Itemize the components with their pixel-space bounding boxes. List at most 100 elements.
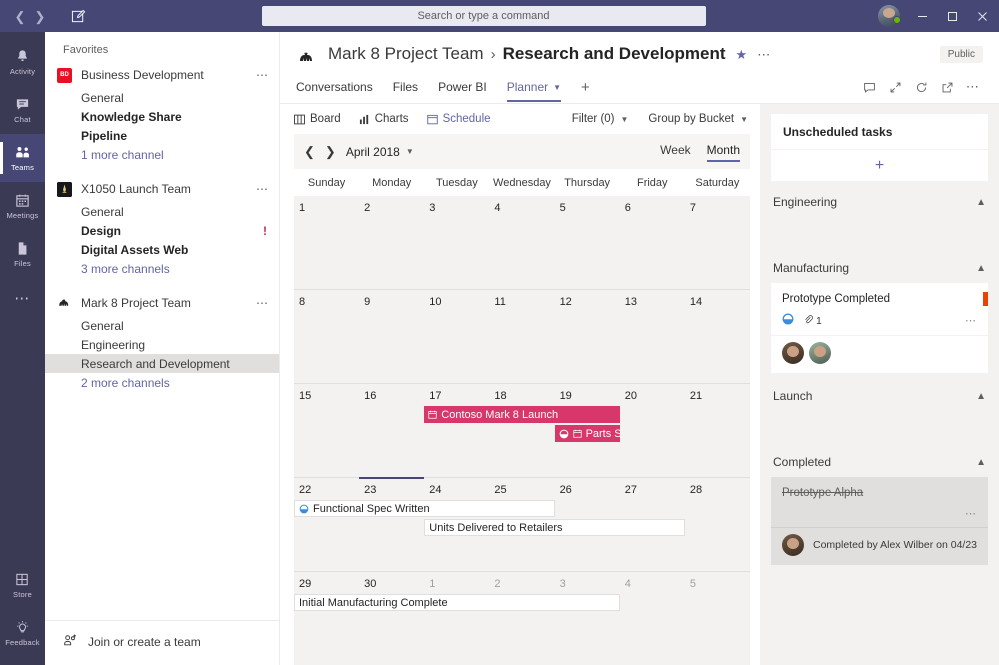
calendar-day-cell[interactable]: 8 [294, 290, 359, 383]
calendar-day-cell[interactable]: 28 [685, 478, 750, 571]
add-task-button[interactable]: + [771, 150, 988, 181]
calendar-day-cell[interactable]: 30 [359, 572, 424, 665]
tab-bar-more-icon[interactable]: ⋯ [963, 78, 983, 96]
calendar-event[interactable]: Contoso Mark 8 Launch [424, 406, 619, 423]
tab-conversations[interactable]: Conversations [296, 80, 373, 101]
bucket-header-engineering[interactable]: Engineering▲ [771, 181, 988, 217]
calendar-day-cell[interactable]: 6 [620, 196, 685, 289]
minimize-button[interactable] [907, 0, 937, 32]
calendar-day-cell[interactable]: 18 [489, 384, 554, 477]
more-channels-link[interactable]: 3 more channels [45, 259, 279, 278]
rail-item-store[interactable]: Store [0, 561, 45, 609]
calendar-day-cell[interactable]: 17 [424, 384, 489, 477]
calendar-day-cell[interactable]: 21 [685, 384, 750, 477]
channel-item-design[interactable]: Design! [45, 221, 279, 240]
compose-icon[interactable] [60, 9, 96, 24]
calendar-day-cell[interactable]: 1 [424, 572, 489, 665]
rail-item-teams[interactable]: Teams [0, 134, 45, 182]
close-button[interactable] [967, 0, 997, 32]
chevron-up-icon[interactable]: ▲ [976, 391, 986, 402]
calendar-event[interactable]: Functional Spec Written [294, 500, 555, 517]
calendar-view-month[interactable]: Month [707, 143, 740, 160]
planner-view-schedule[interactable]: Schedule [427, 113, 491, 125]
add-tab-button[interactable]: + [581, 79, 590, 103]
group-by-dropdown[interactable]: Group by Bucket ▼ [648, 113, 748, 125]
task-card[interactable]: Prototype Completed1⋯ [771, 283, 988, 373]
bucket-panel[interactable]: Unscheduled tasks + Engineering▲Manufact… [760, 104, 999, 665]
calendar-day-cell[interactable]: 3 [424, 196, 489, 289]
calendar-view-week[interactable]: Week [660, 143, 690, 160]
avatar[interactable] [871, 5, 907, 27]
calendar-day-cell[interactable]: 4 [489, 196, 554, 289]
calendar-day-cell[interactable]: 23 [359, 478, 424, 571]
calendar-event[interactable]: Units Delivered to Retailers [424, 519, 685, 536]
chevron-up-icon[interactable]: ▲ [976, 263, 986, 274]
assignee-avatar[interactable] [782, 534, 804, 556]
tab-planner[interactable]: Planner▼ [507, 80, 561, 101]
calendar-day-cell[interactable]: 1 [294, 196, 359, 289]
team-row[interactable]: Mark 8 Project Team⋯ [45, 290, 279, 316]
planner-view-board[interactable]: Board [294, 113, 341, 125]
teams-sidebar-scroll[interactable]: Favorites BDBusiness Development⋯General… [45, 32, 279, 620]
forward-icon[interactable]: ❯ [35, 10, 46, 23]
calendar-event[interactable]: Parts S... [555, 425, 620, 442]
rail-item-feedback[interactable]: Feedback [0, 609, 45, 657]
bucket-header-launch[interactable]: Launch▲ [771, 375, 988, 411]
more-channels-link[interactable]: 2 more channels [45, 373, 279, 392]
star-filled-icon[interactable]: ★ [736, 47, 748, 63]
channel-item-pipeline[interactable]: Pipeline [45, 126, 279, 145]
calendar-day-cell[interactable]: 9 [359, 290, 424, 383]
rail-item-files[interactable]: Files [0, 230, 45, 278]
calendar-event[interactable]: Initial Manufacturing Complete [294, 594, 620, 611]
chevron-up-icon[interactable]: ▲ [976, 457, 986, 468]
rail-item-meetings[interactable]: Meetings [0, 182, 45, 230]
channel-item-digital-assets-web[interactable]: Digital Assets Web [45, 240, 279, 259]
bucket-header-manufacturing[interactable]: Manufacturing▲ [771, 247, 988, 283]
calendar-day-cell[interactable]: 22 [294, 478, 359, 571]
calendar-day-cell[interactable]: 11 [489, 290, 554, 383]
channel-item-general[interactable]: General [45, 202, 279, 221]
chevron-up-icon[interactable]: ▲ [976, 197, 986, 208]
calendar-month-picker[interactable]: April 2018 ▼ [346, 145, 414, 159]
rail-more-icon[interactable]: ⋯ [0, 278, 45, 318]
calendar-day-cell[interactable]: 2 [489, 572, 554, 665]
channel-item-general[interactable]: General [45, 88, 279, 107]
more-channels-link[interactable]: 1 more channel [45, 145, 279, 164]
calendar-day-cell[interactable]: 10 [424, 290, 489, 383]
calendar-day-cell[interactable]: 16 [359, 384, 424, 477]
calendar-prev-button[interactable]: ❮ [304, 144, 315, 160]
breadcrumb-team[interactable]: Mark 8 Project Team [328, 44, 484, 64]
calendar-day-cell[interactable]: 12 [555, 290, 620, 383]
tab-power-bi[interactable]: Power BI [438, 80, 487, 101]
channel-item-knowledge-share[interactable]: Knowledge Share [45, 107, 279, 126]
calendar-day-cell[interactable]: 5 [685, 572, 750, 665]
bucket-header-completed[interactable]: Completed▲ [771, 441, 988, 477]
calendar-day-cell[interactable]: 20 [620, 384, 685, 477]
back-icon[interactable]: ❮ [15, 10, 26, 23]
planner-view-charts[interactable]: Charts [359, 113, 409, 125]
calendar-next-button[interactable]: ❯ [325, 144, 336, 160]
refresh-icon[interactable] [911, 78, 931, 96]
team-more-icon[interactable]: ⋯ [256, 182, 269, 196]
calendar-day-cell[interactable]: 5 [555, 196, 620, 289]
channel-item-general[interactable]: General [45, 316, 279, 335]
calendar-day-cell[interactable]: 4 [620, 572, 685, 665]
chevron-down-icon[interactable]: ▼ [553, 83, 561, 92]
team-row[interactable]: BDBusiness Development⋯ [45, 62, 279, 88]
calendar-day-cell[interactable]: 15 [294, 384, 359, 477]
calendar-day-cell[interactable]: 2 [359, 196, 424, 289]
calendar-day-cell[interactable]: 3 [555, 572, 620, 665]
rail-item-activity[interactable]: Activity [0, 38, 45, 86]
calendar-day-cell[interactable]: 7 [685, 196, 750, 289]
assignee-avatar[interactable] [782, 342, 804, 364]
task-more-icon[interactable]: ⋯ [965, 507, 977, 520]
assignee-avatar[interactable] [809, 342, 831, 364]
task-card[interactable]: Prototype Alpha⋯Completed by Alex Wilber… [771, 477, 988, 565]
team-more-icon[interactable]: ⋯ [256, 296, 269, 310]
calendar-day-cell[interactable]: 14 [685, 290, 750, 383]
task-more-icon[interactable]: ⋯ [965, 314, 977, 327]
channel-item-research-and-development[interactable]: Research and Development [45, 354, 279, 373]
team-row[interactable]: X1050 Launch Team⋯ [45, 176, 279, 202]
channel-item-engineering[interactable]: Engineering [45, 335, 279, 354]
conversation-icon[interactable] [859, 78, 879, 96]
